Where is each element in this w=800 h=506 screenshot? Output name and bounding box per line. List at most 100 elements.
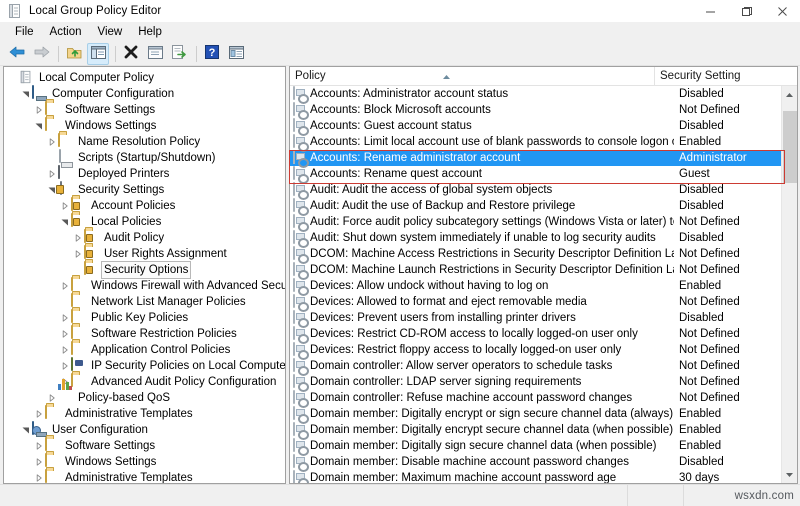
close-button[interactable] — [764, 0, 800, 22]
twisty-collapsed-icon[interactable] — [72, 246, 84, 262]
tree-item-local-policies[interactable]: Local Policies — [4, 213, 285, 230]
menu-file[interactable]: File — [7, 24, 42, 40]
table-row[interactable]: Domain member: Disable machine account p… — [290, 454, 781, 470]
show-hide-tree-button[interactable] — [87, 42, 109, 65]
table-row[interactable]: Accounts: Block Microsoft accounts Not De… — [290, 102, 781, 118]
twisty-collapsed-icon[interactable] — [33, 470, 45, 483]
twisty-expanded-icon[interactable] — [59, 214, 71, 230]
help-button[interactable]: ? — [201, 43, 223, 65]
scroll-up-button[interactable] — [781, 86, 797, 103]
table-row[interactable]: DCOM: Machine Launch Restrictions in Sec… — [290, 262, 781, 278]
tree-item-administrative-templates[interactable]: Administrative Templates — [4, 469, 285, 483]
tree-item-windows-settings[interactable]: Windows Settings — [4, 117, 285, 134]
tree-item-application-control-policies[interactable]: Application Control Policies — [4, 341, 285, 358]
tree-item-software-restriction-policies[interactable]: Software Restriction Policies — [4, 325, 285, 342]
table-row[interactable]: Domain member: Maximum machine account p… — [290, 470, 781, 483]
tree-item-user-rights-assignment[interactable]: User Rights Assignment — [4, 245, 285, 262]
table-row[interactable]: Devices: Prevent users from installing p… — [290, 310, 781, 326]
scrollbar-thumb[interactable] — [782, 111, 797, 183]
tree-item-administrative-templates[interactable]: Administrative Templates — [4, 405, 285, 422]
menu-action[interactable]: Action — [42, 24, 90, 40]
table-row[interactable]: Domain member: Digitally encrypt secure … — [290, 422, 781, 438]
export-list-button[interactable] — [168, 43, 190, 65]
table-row[interactable]: Devices: Restrict floppy access to local… — [290, 342, 781, 358]
twisty-collapsed-icon[interactable] — [33, 102, 45, 118]
security-setting-cell: Not Defined — [679, 376, 740, 388]
table-row[interactable]: Devices: Allow undock without having to … — [290, 278, 781, 294]
tree-item-account-policies[interactable]: Account Policies — [4, 197, 285, 214]
policy-rows[interactable]: Accounts: Administrator account status Di… — [290, 86, 781, 483]
table-row[interactable]: Domain member: Digitally sign secure cha… — [290, 438, 781, 454]
table-row[interactable]: Domain controller: LDAP server signing r… — [290, 374, 781, 390]
maximize-button[interactable] — [728, 0, 764, 22]
table-row[interactable]: Accounts: Limit local account use of bla… — [290, 134, 781, 150]
tree-item-security-settings[interactable]: Security Settings — [4, 181, 285, 198]
list-vertical-scrollbar[interactable] — [781, 86, 797, 483]
table-row[interactable]: Accounts: Administrator account status Di… — [290, 86, 781, 102]
twisty-collapsed-icon[interactable] — [59, 358, 71, 374]
twisty-expanded-icon[interactable] — [20, 422, 32, 438]
table-row[interactable]: Audit: Audit the use of Backup and Resto… — [290, 198, 781, 214]
tree-item-deployed-printers[interactable]: Deployed Printers — [4, 165, 285, 182]
policy-name-cell: Devices: Restrict CD-ROM access to local… — [310, 328, 638, 340]
folder-icon — [45, 405, 61, 422]
twisty-collapsed-icon[interactable] — [33, 454, 45, 470]
back-button[interactable] — [6, 43, 28, 65]
twisty-collapsed-icon[interactable] — [59, 278, 71, 294]
console-tree[interactable]: Local Computer Policy Computer Configurat… — [4, 67, 285, 483]
up-one-level-button[interactable] — [63, 43, 85, 65]
twisty-collapsed-icon[interactable] — [46, 166, 58, 182]
tree-item-network-list-manager-policies[interactable]: Network List Manager Policies — [4, 293, 285, 310]
view-options-button[interactable] — [225, 43, 247, 65]
policy-setting-icon — [293, 246, 307, 261]
tree-item-windows-firewall-with-advanced-security[interactable]: Windows Firewall with Advanced Security — [4, 277, 285, 294]
table-row[interactable]: Devices: Allowed to format and eject rem… — [290, 294, 781, 310]
delete-button[interactable] — [120, 43, 142, 65]
menu-bar: File Action View Help — [0, 22, 800, 42]
menu-help[interactable]: Help — [130, 24, 170, 40]
twisty-collapsed-icon[interactable] — [72, 230, 84, 246]
twisty-collapsed-icon[interactable] — [59, 342, 71, 358]
scrollbar-track[interactable] — [781, 103, 797, 466]
table-row[interactable]: Domain controller: Allow server operator… — [290, 358, 781, 374]
policy-name-cell: Devices: Allow undock without having to … — [310, 280, 549, 292]
table-row[interactable]: Accounts: Guest account status Disabled — [290, 118, 781, 134]
twisty-collapsed-icon[interactable] — [46, 134, 58, 150]
column-header-policy[interactable]: Policy — [290, 67, 654, 86]
tree-item-scripts-startup-shutdown[interactable]: Scripts (Startup/Shutdown) — [4, 149, 285, 166]
column-header-security-setting[interactable]: Security Setting — [654, 67, 797, 86]
window-controls — [692, 0, 800, 22]
status-segment-secondary — [628, 484, 684, 506]
tree-item-public-key-policies[interactable]: Public Key Policies — [4, 309, 285, 326]
table-row[interactable]: Devices: Restrict CD-ROM access to local… — [290, 326, 781, 342]
twisty-collapsed-icon[interactable] — [59, 310, 71, 326]
twisty-collapsed-icon[interactable] — [33, 406, 45, 422]
tree-item-audit-policy[interactable]: Audit Policy — [4, 229, 285, 246]
table-row[interactable]: Domain controller: Refuse machine accoun… — [290, 390, 781, 406]
table-row[interactable]: Audit: Force audit policy subcategory se… — [290, 214, 781, 230]
policy-setting-icon — [293, 86, 307, 101]
menu-view[interactable]: View — [90, 24, 131, 40]
twisty-collapsed-icon[interactable] — [59, 198, 71, 214]
table-row[interactable]: Accounts: Rename quest account Guest — [290, 166, 781, 182]
scroll-down-button[interactable] — [781, 466, 797, 483]
minimize-button[interactable] — [692, 0, 728, 22]
tree-item-security-options[interactable]: Security Options — [4, 261, 285, 279]
tree-item-ip-security-policies-on-local-computer[interactable]: IP Security Policies on Local Computer — [4, 357, 285, 374]
twisty-expanded-icon[interactable] — [33, 118, 45, 134]
policy-name-cell: Domain controller: Allow server operator… — [310, 360, 613, 372]
tree-item-advanced-audit-policy-configuration[interactable]: Advanced Audit Policy Configuration — [4, 373, 285, 390]
properties-button[interactable] — [144, 43, 166, 65]
table-row[interactable]: Audit: Shut down system immediately if u… — [290, 230, 781, 246]
twisty-collapsed-icon[interactable] — [33, 438, 45, 454]
table-row[interactable]: Accounts: Rename administrator account Ad… — [290, 150, 781, 166]
tree-item-name-resolution-policy[interactable]: Name Resolution Policy — [4, 133, 285, 150]
twisty-collapsed-icon[interactable] — [59, 326, 71, 342]
tree-item-local-computer-policy[interactable]: Local Computer Policy — [4, 70, 285, 86]
twisty-expanded-icon[interactable] — [20, 86, 32, 102]
table-row[interactable]: DCOM: Machine Access Restrictions in Sec… — [290, 246, 781, 262]
table-row[interactable]: Audit: Audit the access of global system… — [290, 182, 781, 198]
security-setting-cell: Enabled — [679, 280, 722, 292]
table-row[interactable]: Domain member: Digitally encrypt or sign… — [290, 406, 781, 422]
forward-button[interactable] — [30, 43, 52, 65]
